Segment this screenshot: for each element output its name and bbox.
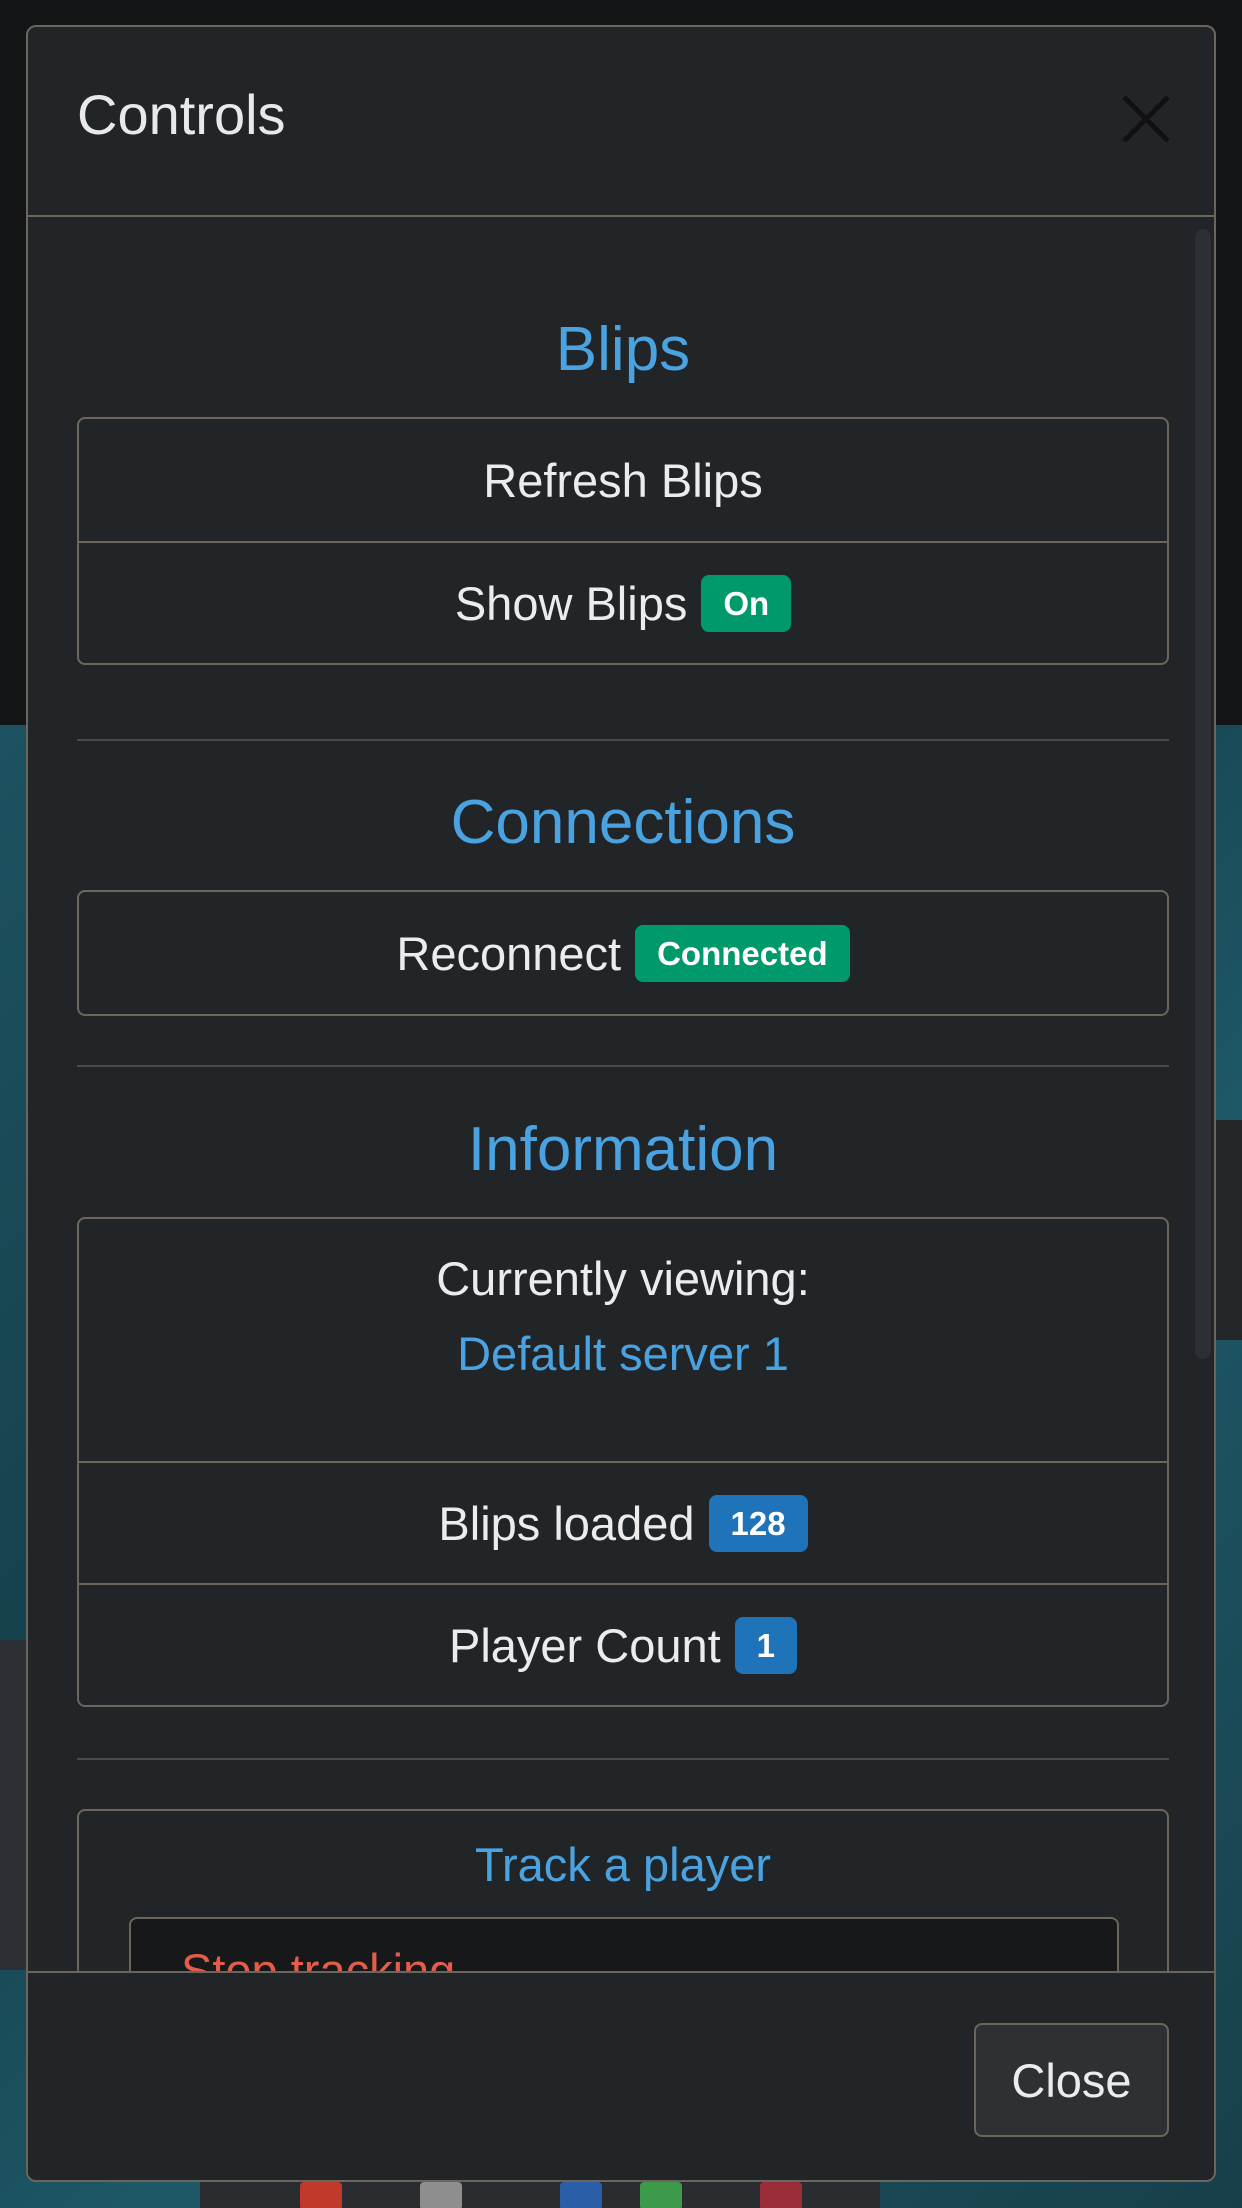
map-landmass-right: [1215, 1120, 1242, 1340]
refresh-blips-label: Refresh Blips: [483, 453, 763, 507]
blips-group: Refresh Blips Show Blips On: [77, 417, 1169, 665]
player-count-row: Player Count 1: [79, 1583, 1167, 1705]
section-title-blips: Blips: [555, 315, 691, 384]
connections-group: Reconnect Connected: [77, 890, 1169, 1016]
player-count-label: Player Count: [448, 1618, 721, 1672]
track-player-card: Track a player Stop tracking: [77, 1809, 1169, 1971]
section-title-connections: Connections: [450, 788, 796, 857]
section-divider: [77, 1758, 1169, 1760]
map-blip-icon: [300, 2182, 342, 2208]
modal-footer: Close: [28, 1971, 1214, 2180]
controls-modal: Controls Blips Refresh Blips Show Blips …: [26, 25, 1216, 2182]
player-count-badge: 1: [734, 1616, 798, 1674]
map-blip-icon: [560, 2182, 602, 2208]
section-divider: [77, 739, 1169, 741]
blips-loaded-count-badge: 128: [708, 1494, 808, 1552]
reconnect-label: Reconnect: [396, 926, 622, 980]
close-icon[interactable]: [1116, 89, 1176, 149]
connection-status-badge: Connected: [635, 924, 850, 982]
section-divider: [77, 1065, 1169, 1067]
server-name: Default server 1: [457, 1327, 789, 1380]
refresh-blips-button[interactable]: Refresh Blips: [79, 419, 1167, 541]
map-blip-icon: [760, 2182, 802, 2208]
show-blips-toggle[interactable]: Show Blips On: [79, 541, 1167, 663]
currently-viewing-label: Currently viewing:: [436, 1252, 810, 1305]
map-blip-icon: [420, 2182, 462, 2208]
show-blips-status-badge: On: [701, 574, 792, 632]
section-title-information: Information: [467, 1115, 779, 1184]
map-blip-icon: [640, 2182, 682, 2208]
currently-viewing-row: Currently viewing: Default server 1: [79, 1219, 1167, 1461]
track-player-select[interactable]: Stop tracking: [129, 1917, 1119, 1971]
track-player-title[interactable]: Track a player: [79, 1837, 1167, 1892]
blips-loaded-row: Blips loaded 128: [79, 1461, 1167, 1583]
modal-body[interactable]: Blips Refresh Blips Show Blips On Connec…: [28, 219, 1214, 1971]
stop-tracking-option[interactable]: Stop tracking: [181, 1943, 455, 1971]
blips-loaded-label: Blips loaded: [438, 1496, 695, 1550]
reconnect-button[interactable]: Reconnect Connected: [79, 892, 1167, 1014]
show-blips-label: Show Blips: [454, 576, 688, 630]
close-button[interactable]: Close: [974, 2023, 1169, 2137]
modal-header: Controls: [28, 27, 1214, 217]
modal-title: Controls: [77, 83, 286, 146]
information-group: Currently viewing: Default server 1 Blip…: [77, 1217, 1169, 1707]
